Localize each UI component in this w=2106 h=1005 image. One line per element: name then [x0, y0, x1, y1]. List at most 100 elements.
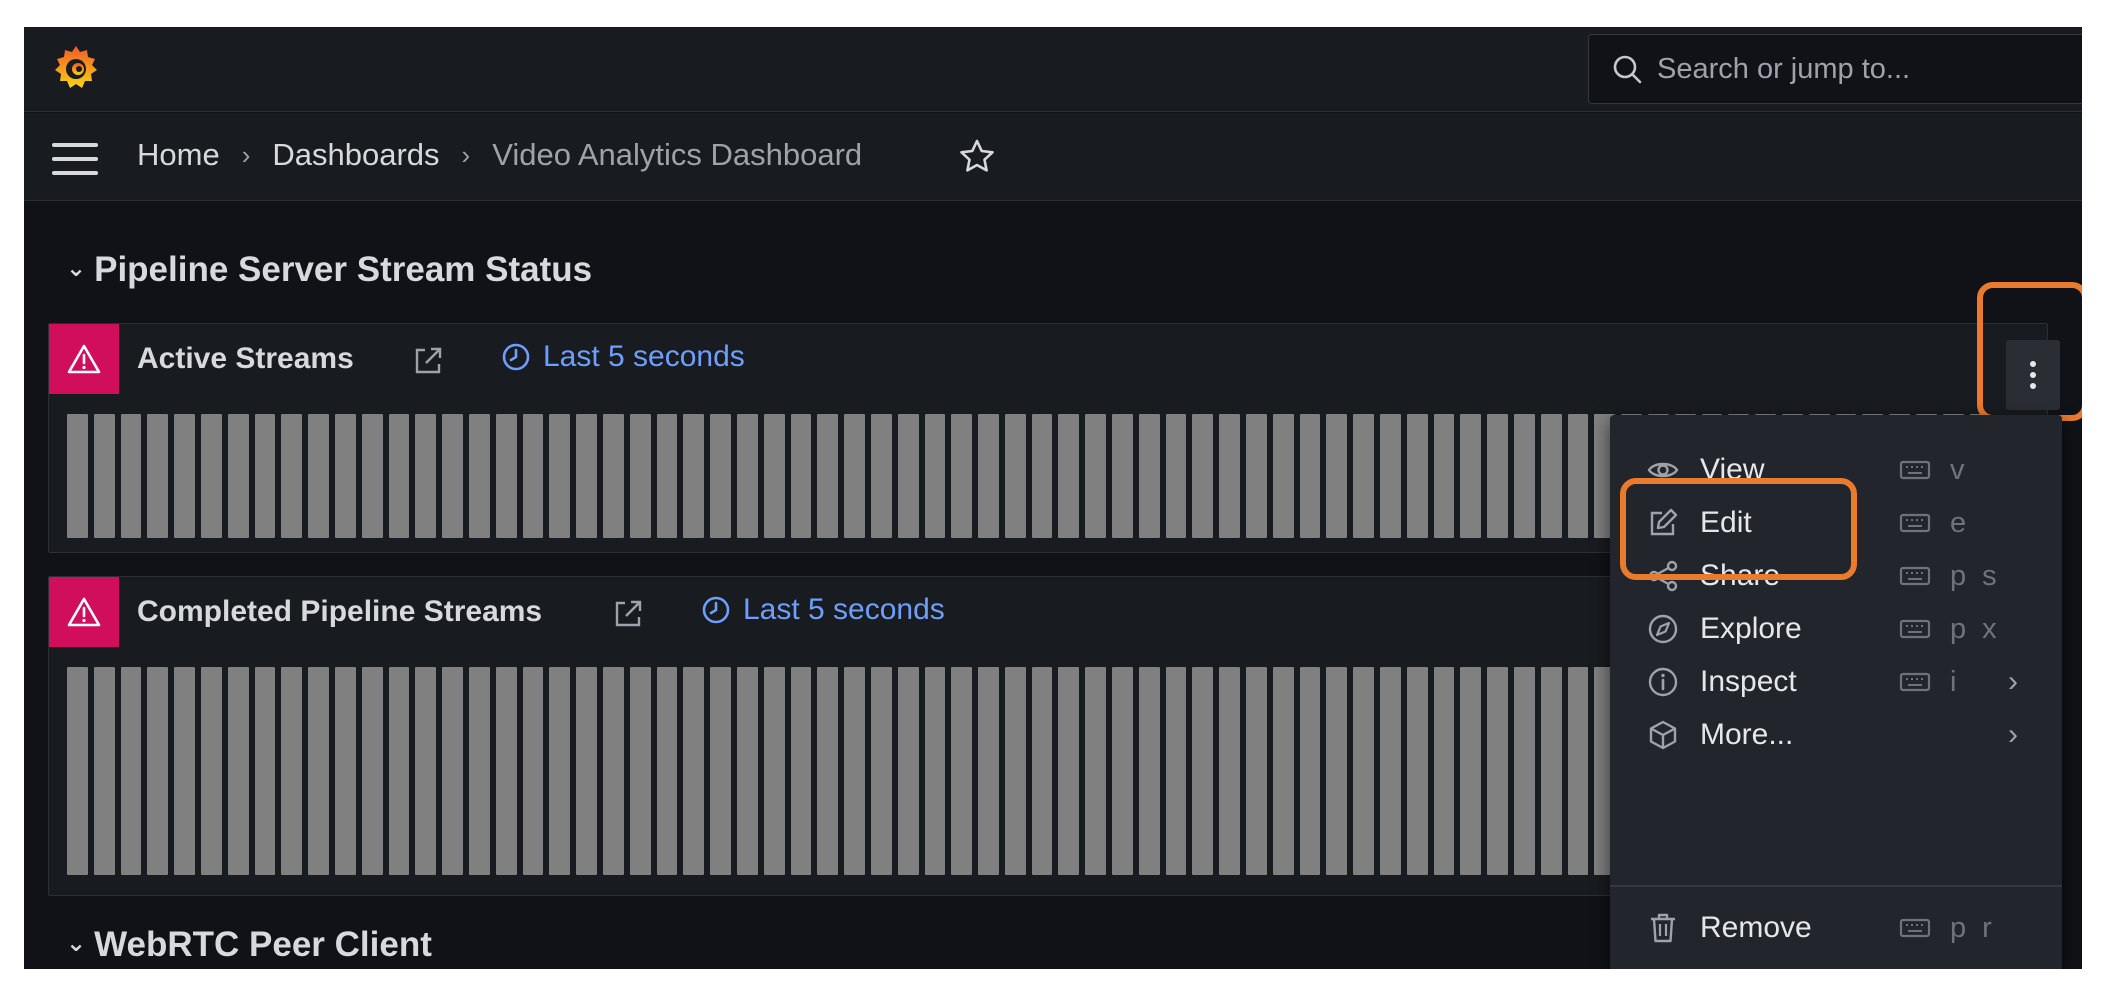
- row-header-pipeline[interactable]: ⌄ Pipeline Server Stream Status: [66, 250, 592, 290]
- stream-bar: [415, 667, 437, 875]
- breadcrumb-dashboards[interactable]: Dashboards: [272, 137, 439, 173]
- eye-icon: [1647, 462, 1679, 478]
- panel-menu-button[interactable]: [2006, 340, 2060, 410]
- stream-bar: [227, 414, 249, 538]
- alert-badge[interactable]: [49, 324, 119, 394]
- stream-bar: [844, 414, 865, 538]
- stream-bar: [1540, 667, 1562, 875]
- stream-bar: [897, 667, 919, 875]
- stream-bar: [227, 667, 249, 875]
- stream-bar: [174, 414, 195, 538]
- stream-bar: [120, 667, 142, 875]
- stream-bar: [1326, 667, 1348, 875]
- menu-divider: [1610, 885, 2062, 887]
- menu-item-label: Share: [1700, 559, 1781, 592]
- breadcrumb-home[interactable]: Home: [137, 137, 220, 173]
- external-link-icon[interactable]: [411, 344, 445, 378]
- panel-title[interactable]: Active Streams: [137, 342, 354, 376]
- keyboard-icon: [1899, 918, 1931, 938]
- chevron-right-icon: ›: [241, 139, 251, 170]
- stream-bar: [1460, 667, 1482, 875]
- clock-icon: [702, 596, 730, 624]
- panel-context-menu: View v Edit e Share p s Explore p x Insp…: [1610, 415, 2062, 969]
- stream-bar: [710, 414, 731, 538]
- stream-bar: [67, 667, 88, 875]
- menu-toggle-icon[interactable]: [52, 143, 98, 175]
- stream-bar: [924, 414, 946, 538]
- info-icon: [1648, 667, 1678, 697]
- time-range[interactable]: Last 5 seconds: [701, 593, 945, 627]
- trash-icon: [1651, 913, 1675, 943]
- menu-item-label: View: [1700, 453, 1765, 486]
- stream-bar: [763, 414, 785, 538]
- stream-bar: [629, 414, 651, 538]
- external-link-icon[interactable]: [611, 597, 645, 631]
- stream-bar: [978, 414, 999, 538]
- stream-bar: [683, 667, 705, 875]
- edit-icon: [1650, 508, 1678, 536]
- grafana-app: Search or jump to... Home › Dashboards ›…: [24, 27, 2082, 969]
- shortcut-key: e: [1950, 506, 1971, 539]
- stream-bar: [120, 414, 142, 538]
- stream-bar: [442, 667, 463, 875]
- star-icon[interactable]: [957, 137, 997, 177]
- menu-item-remove[interactable]: Remove p r: [1610, 899, 2062, 957]
- stream-bar: [1138, 667, 1160, 875]
- stream-bar: [1058, 667, 1080, 875]
- stream-bar: [147, 667, 169, 875]
- shortcut-key: v: [1950, 453, 1969, 486]
- keyboard-icon: [1899, 619, 1931, 639]
- stream-bar: [1112, 667, 1133, 875]
- warning-icon: [67, 344, 101, 374]
- menu-item-inspect[interactable]: Inspect i ›: [1610, 653, 2062, 711]
- breadcrumb: Home › Dashboards › Video Analytics Dash…: [137, 137, 862, 173]
- stream-bar: [1514, 667, 1535, 875]
- panel-title[interactable]: Completed Pipeline Streams: [137, 595, 542, 629]
- time-range[interactable]: Last 5 seconds: [501, 340, 745, 374]
- stream-bar: [1112, 414, 1133, 538]
- stream-bar: [334, 414, 356, 538]
- stream-bar: [388, 414, 410, 538]
- menu-item-explore[interactable]: Explore p x: [1610, 600, 2062, 658]
- menu-item-edit[interactable]: Edit e: [1610, 494, 2062, 552]
- alert-badge[interactable]: [49, 577, 119, 647]
- menu-item-label: Inspect: [1700, 665, 1797, 698]
- search-icon: [1613, 55, 1642, 84]
- stream-bar: [361, 414, 383, 538]
- stream-bar: [1353, 414, 1375, 538]
- shortcut-key: p s: [1950, 559, 2001, 592]
- stream-bar: [254, 667, 276, 875]
- menu-item-more[interactable]: More... ›: [1610, 706, 2062, 764]
- stream-bar: [602, 414, 624, 538]
- stream-bar: [1219, 414, 1241, 538]
- grafana-logo-icon[interactable]: [50, 42, 102, 94]
- menu-item-label: More...: [1700, 718, 1794, 751]
- menu-item-share[interactable]: Share p s: [1610, 547, 2062, 605]
- stream-bar: [281, 667, 303, 875]
- stream-bar: [1433, 667, 1455, 875]
- stream-bar: [1165, 414, 1187, 538]
- chevron-right-icon: ›: [2008, 718, 2018, 751]
- stream-bar: [1219, 667, 1241, 875]
- stream-bar: [1031, 414, 1053, 538]
- stream-bar: [576, 414, 597, 538]
- warning-icon: [67, 597, 101, 627]
- stream-bar: [1487, 414, 1509, 538]
- stream-bar: [334, 667, 356, 875]
- keyboard-icon: [1899, 672, 1931, 692]
- row-header-webrtc[interactable]: ⌄ WebRTC Peer Client: [66, 925, 432, 965]
- search-input[interactable]: Search or jump to...: [1588, 34, 2082, 104]
- stream-bar: [1085, 414, 1107, 538]
- chevron-down-icon: ⌄: [66, 929, 87, 957]
- stream-bar: [1540, 414, 1562, 538]
- time-range-label: Last 5 seconds: [743, 593, 945, 626]
- stream-bar: [602, 667, 624, 875]
- stream-bar: [656, 667, 678, 875]
- stream-bar: [736, 414, 758, 538]
- keyboard-icon: [1899, 566, 1931, 586]
- menu-item-view[interactable]: View v: [1610, 441, 2062, 499]
- stream-bar: [388, 667, 410, 875]
- keyboard-icon: [1899, 460, 1931, 480]
- stream-bar: [870, 414, 892, 538]
- stream-bar: [817, 667, 839, 875]
